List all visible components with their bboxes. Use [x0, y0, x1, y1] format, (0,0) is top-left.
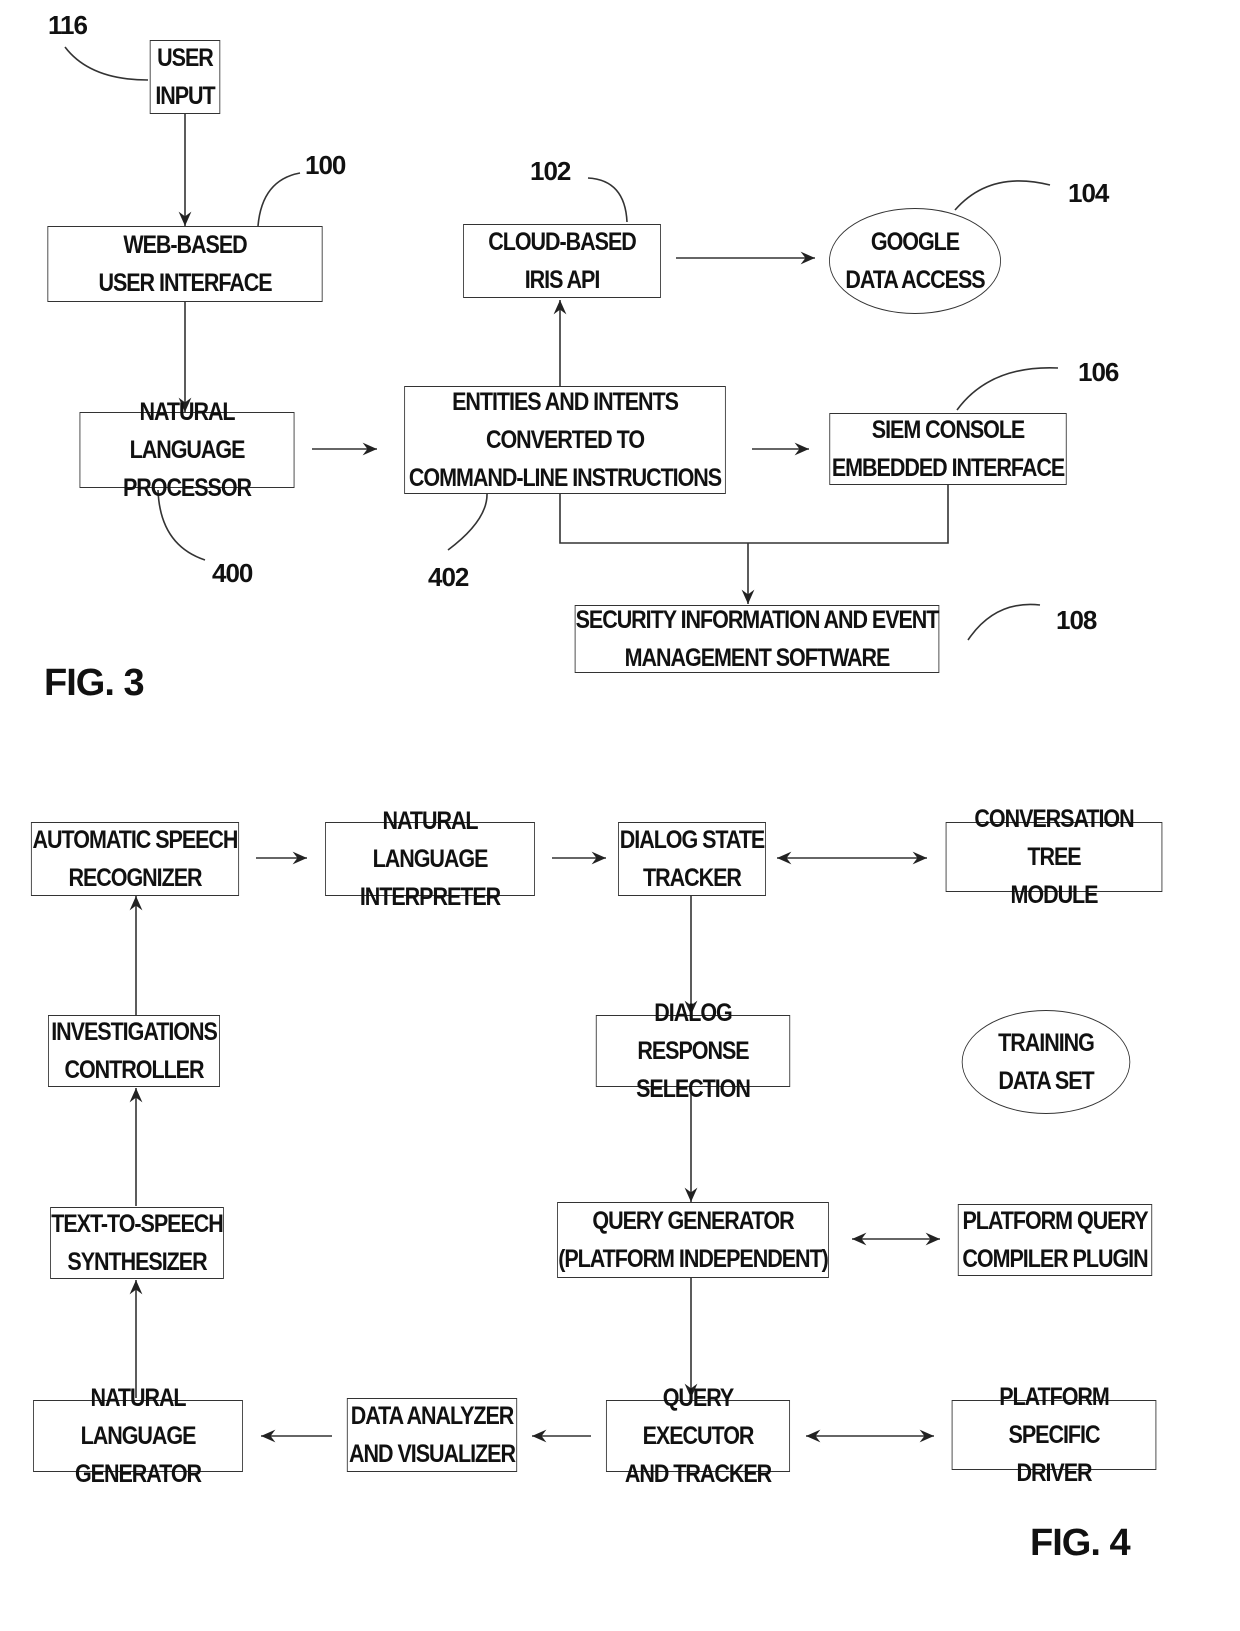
box-label: PLATFORM QUERY — [962, 1207, 1148, 1235]
query-generator-box: QUERY GENERATOR (PLATFORM INDEPENDENT) — [557, 1202, 829, 1278]
query-executor-box: QUERY EXECUTOR AND TRACKER — [605, 1384, 791, 1488]
training-data-set-ellipse: TRAINING DATA SET — [961, 1010, 1131, 1114]
box-label: AND VISUALIZER — [349, 1440, 516, 1468]
box-label: AND TRACKER — [624, 1460, 772, 1488]
box-label: MODULE — [1010, 881, 1099, 909]
box-label: QUERY EXECUTOR — [642, 1384, 755, 1450]
dialog-response-box: DIALOG RESPONSE SELECTION — [595, 999, 791, 1103]
siem-console-box: SIEM CONSOLE EMBEDDED INTERFACE — [829, 413, 1067, 485]
nlp-box: NATURAL LANGUAGE PROCESSOR — [79, 398, 295, 502]
fig3-caption: FIG. 3 — [44, 662, 145, 704]
box-label: (PLATFORM INDEPENDENT) — [558, 1245, 829, 1273]
box-label: SECURITY INFORMATION AND EVENT — [575, 606, 940, 634]
box-label: PLATFORM SPECIFIC — [999, 1383, 1110, 1449]
ref-104: 104 — [1068, 178, 1109, 208]
ref-106: 106 — [1078, 357, 1119, 387]
entities-box: ENTITIES AND INTENTS CONVERTED TO COMMAN… — [404, 386, 726, 494]
box-label: NATURAL LANGUAGE — [80, 1384, 197, 1450]
leader-402 — [447, 492, 488, 551]
leader-100 — [257, 172, 301, 227]
dst-box: DIALOG STATE TRACKER — [618, 822, 766, 896]
leader-104 — [954, 180, 1051, 211]
box-label: SELECTION — [636, 1075, 751, 1103]
ref-102: 102 — [530, 156, 571, 186]
box-label: NATURAL LANGUAGE — [372, 807, 489, 873]
ref-400: 400 — [212, 558, 253, 588]
box-label: INTERPRETER — [359, 883, 501, 911]
box-label: TRACKER — [643, 864, 742, 892]
platform-specific-driver-box: PLATFORM SPECIFIC DRIVER — [951, 1383, 1157, 1487]
box-label: TRAINING — [998, 1029, 1095, 1057]
box-label: INVESTIGATIONS — [51, 1018, 218, 1046]
ref-116: 116 — [48, 10, 88, 40]
box-label: DRIVER — [1016, 1459, 1092, 1487]
box-label: PROCESSOR — [122, 474, 252, 502]
box-label: GOOGLE — [870, 228, 960, 256]
box-label: SIEM CONSOLE — [871, 416, 1026, 444]
box-label: COMMAND-LINE INSTRUCTIONS — [408, 464, 722, 492]
box-label: DIALOG RESPONSE — [637, 999, 749, 1065]
box-label: DATA ACCESS — [845, 266, 985, 294]
box-label: AUTOMATIC SPEECH — [32, 826, 239, 854]
fig4-caption: FIG. 4 — [1030, 1522, 1131, 1564]
box-label: MANAGEMENT SOFTWARE — [624, 644, 891, 672]
google-data-access-ellipse: GOOGLE DATA ACCESS — [829, 208, 1001, 314]
box-label: CONVERSATION TREE — [974, 805, 1134, 871]
box-label: NATURAL LANGUAGE — [129, 398, 246, 464]
platform-query-compiler-box: PLATFORM QUERY COMPILER PLUGIN — [957, 1204, 1153, 1276]
ref-402: 402 — [428, 562, 469, 592]
box-label: RECOGNIZER — [68, 864, 202, 892]
nli-box: NATURAL LANGUAGE INTERPRETER — [325, 807, 535, 911]
box-label: DATA ANALYZER — [350, 1402, 515, 1430]
leader-102 — [587, 177, 628, 223]
box-label: QUERY GENERATOR — [592, 1207, 794, 1235]
siem-software-box: SECURITY INFORMATION AND EVENT MANAGEMEN… — [574, 605, 939, 673]
box-label: IRIS API — [524, 266, 601, 294]
leader-106 — [956, 367, 1059, 411]
box-label: GENERATOR — [74, 1460, 202, 1488]
box-label: TEXT-TO-SPEECH — [51, 1210, 224, 1238]
box-label: WEB-BASED — [123, 231, 247, 259]
nl-generator-box: NATURAL LANGUAGE GENERATOR — [33, 1384, 243, 1488]
leader-108 — [967, 603, 1041, 641]
box-label: USER INTERFACE — [98, 269, 272, 297]
box-label: CONTROLLER — [64, 1056, 205, 1084]
investigations-controller-box: INVESTIGATIONS CONTROLLER — [48, 1015, 220, 1087]
box-label: CLOUD-BASED — [488, 228, 637, 256]
leader-116 — [64, 46, 149, 81]
box-label: CONVERTED TO — [485, 426, 645, 454]
box-label: COMPILER PLUGIN — [962, 1245, 1148, 1273]
box-label: DIALOG STATE — [619, 826, 766, 854]
tts-box: TEXT-TO-SPEECH SYNTHESIZER — [50, 1207, 224, 1279]
web-ui-box: WEB-BASED USER INTERFACE — [47, 226, 323, 302]
box-label: USER — [157, 44, 214, 72]
ref-100: 100 — [305, 150, 346, 180]
conversation-tree-box: CONVERSATION TREE MODULE — [945, 805, 1163, 909]
data-analyzer-box: DATA ANALYZER AND VISUALIZER — [346, 1398, 518, 1472]
box-label: ENTITIES AND INTENTS — [452, 388, 679, 416]
box-label: EMBEDDED INTERFACE — [831, 454, 1065, 482]
asr-box: AUTOMATIC SPEECH RECOGNIZER — [30, 822, 240, 896]
box-label: DATA SET — [998, 1067, 1094, 1095]
user-input-box: USER INPUT — [149, 40, 221, 114]
ref-108: 108 — [1056, 605, 1097, 635]
box-label: INPUT — [155, 82, 215, 110]
iris-api-box: CLOUD-BASED IRIS API — [463, 224, 661, 298]
box-label: SYNTHESIZER — [67, 1248, 207, 1276]
